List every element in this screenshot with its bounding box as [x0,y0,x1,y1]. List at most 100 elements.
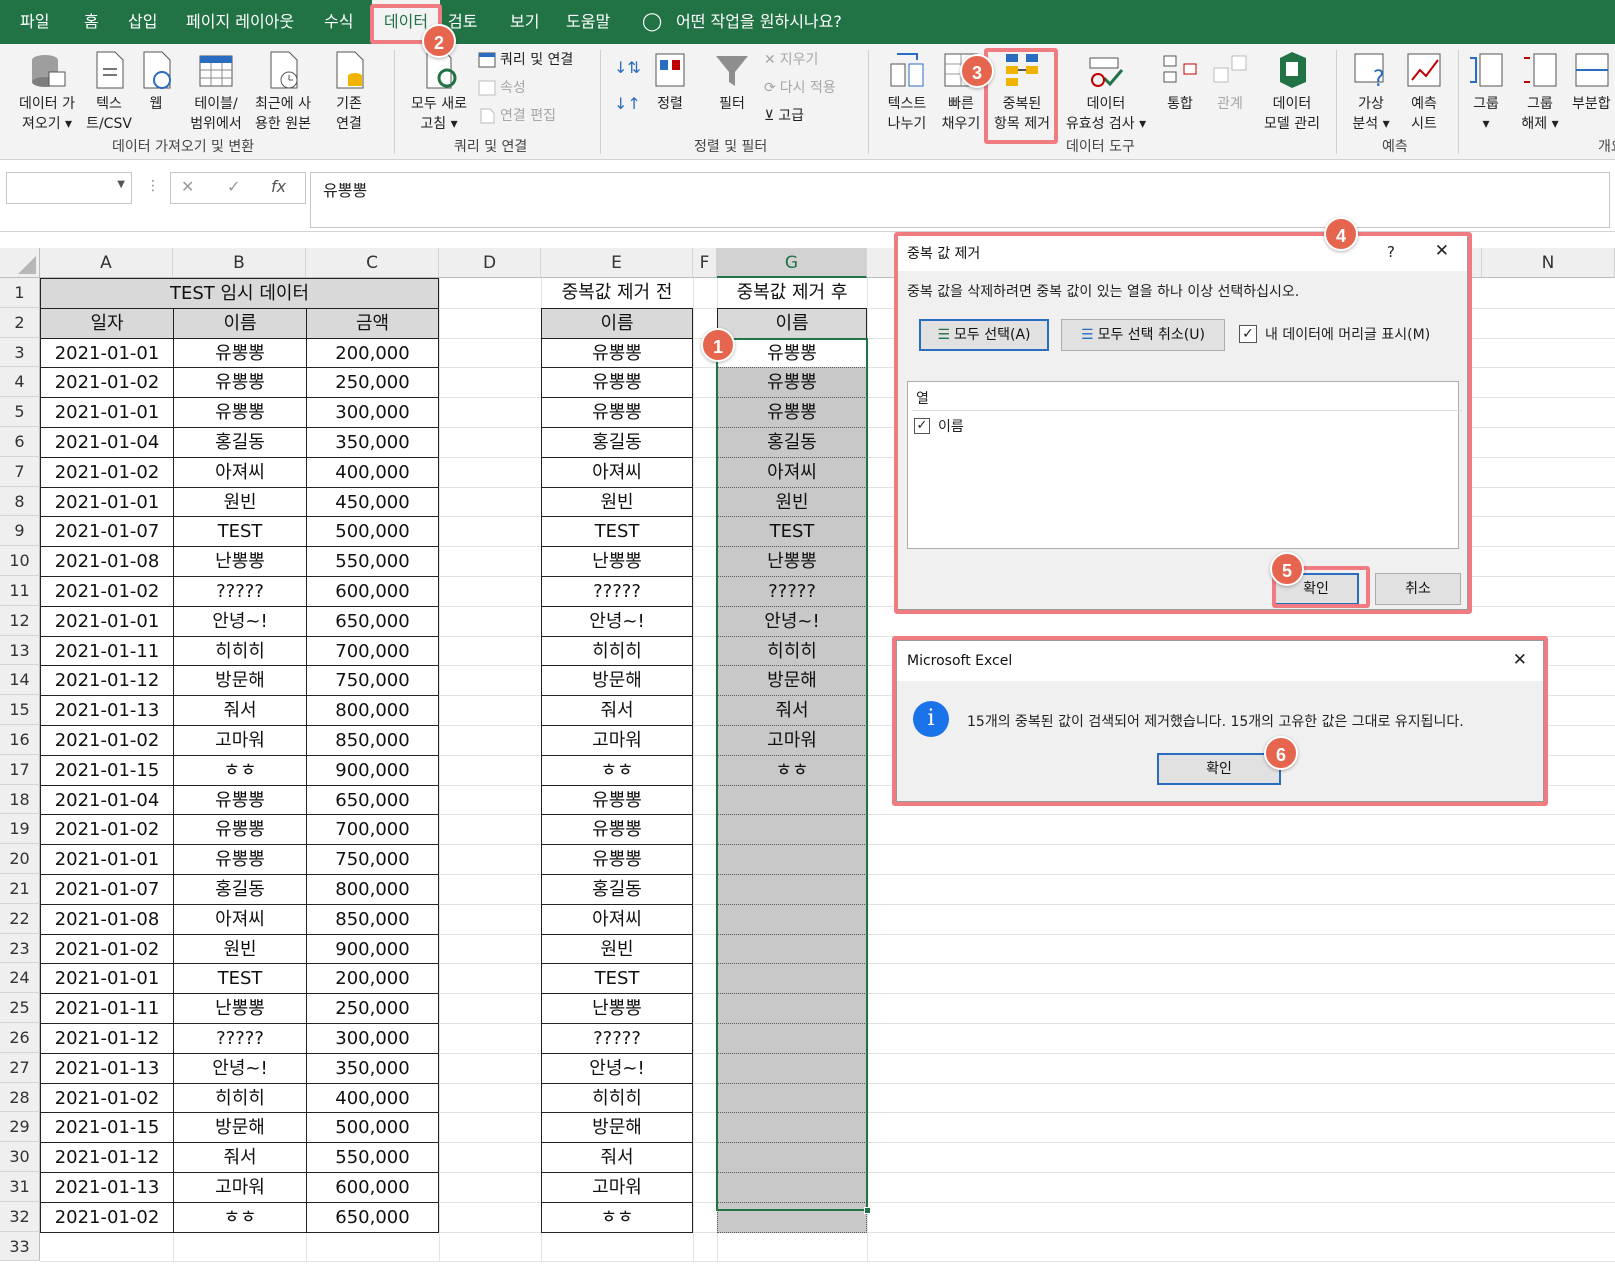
row-header[interactable]: 13 [0,635,40,666]
close-icon[interactable]: ✕ [1435,241,1449,261]
cell-name[interactable]: ????? [173,1023,307,1054]
cell-date[interactable]: 2021-01-02 [40,456,174,488]
cell-name[interactable]: 유뽕뽕 [173,397,307,428]
cell-name-before[interactable]: 유뽕뽕 [541,367,693,399]
cell-name-before[interactable]: ㅎㅎ [541,1201,693,1233]
cell-amount[interactable]: 850,000 [306,725,439,756]
row-header[interactable]: 24 [0,963,40,994]
existing-connections-button[interactable]: 기존 연결 [326,50,372,134]
consolidate-button[interactable]: 통합 [1158,50,1202,114]
subtotal-button[interactable]: 부분합 [1572,50,1615,114]
cell-date[interactable]: 2021-01-01 [40,337,174,369]
help-button[interactable]: ? [1387,243,1395,261]
group-button[interactable]: 그룹 ▾ [1464,50,1508,134]
cell-date[interactable]: 2021-01-04 [40,427,174,458]
cell-name-before[interactable]: 원빈 [541,486,693,518]
edit-links-button[interactable]: 연결 편집 [478,106,556,126]
row-header[interactable]: 20 [0,844,40,874]
row-header[interactable]: 6 [0,427,40,457]
formula-input[interactable]: 유뽕뽕 [310,172,1610,228]
cell-date[interactable]: 2021-01-13 [40,1052,174,1084]
cell-name[interactable]: 원빈 [173,486,307,518]
name-box[interactable]: ▼ [6,172,132,204]
cell-amount[interactable]: 800,000 [306,874,439,905]
cell-amount[interactable]: 400,000 [306,1082,439,1114]
cell-amount[interactable]: 900,000 [306,933,439,965]
get-data-button[interactable]: 데이터 가 져오기 ▾ [10,50,84,134]
relationships-button[interactable]: 관계 [1208,50,1252,114]
cell-amount[interactable]: 200,000 [306,963,439,995]
cell-amount[interactable]: 300,000 [306,397,439,428]
cell-date[interactable]: 2021-01-02 [40,933,174,965]
cell-date[interactable]: 2021-01-07 [40,874,174,905]
cell-date[interactable]: 2021-01-15 [40,1112,174,1144]
column-header-n[interactable]: N [1482,248,1615,278]
cell-name-before[interactable]: 줘서 [541,1142,693,1173]
cell-date[interactable]: 2021-01-02 [40,814,174,846]
cell-amount[interactable]: 200,000 [306,337,439,369]
row-header[interactable]: 12 [0,605,40,636]
cell-name-before[interactable]: 원빈 [541,933,693,965]
cell-date[interactable]: 2021-01-13 [40,1172,174,1203]
cell-name-before[interactable]: 유뽕뽕 [541,844,693,875]
cell-name-before[interactable]: 고마워 [541,725,693,756]
cancel-button[interactable]: 취소 [1375,573,1461,605]
row-header[interactable]: 31 [0,1172,40,1202]
column-header-a[interactable]: A [40,248,173,278]
ungroup-button[interactable]: 그룹 해제 ▾ [1512,50,1568,134]
tab-view[interactable]: 보기 [510,0,539,44]
row-header[interactable]: 4 [0,367,40,398]
tab-help[interactable]: 도움말 [566,0,610,44]
row-header[interactable]: 17 [0,754,40,785]
cell-name-before[interactable]: 유뽕뽕 [541,337,693,369]
cell-amount[interactable]: 300,000 [306,1023,439,1054]
cell-date[interactable]: 2021-01-07 [40,516,174,548]
properties-button[interactable]: 속성 [478,78,526,98]
cell-amount[interactable]: 500,000 [306,516,439,548]
cell-name[interactable]: 줘서 [173,695,307,726]
cell-name[interactable]: 아져씨 [173,903,307,935]
cell-date[interactable]: 2021-01-01 [40,397,174,428]
row-header[interactable]: 10 [0,546,40,576]
data-validation-button[interactable]: 데이터 유효성 검사 ▾ [1058,50,1154,134]
cell-name-before[interactable]: TEST [541,963,693,995]
forecast-sheet-button[interactable]: 예측 시트 [1400,50,1448,134]
cell-date[interactable]: 2021-01-02 [40,367,174,399]
drag-handle-icon[interactable]: ⋮ [146,178,160,194]
cell-date[interactable]: 2021-01-13 [40,695,174,726]
cell-amount[interactable]: 250,000 [306,993,439,1024]
advanced-filter-button[interactable]: ⊻ 고급 [764,106,804,126]
cell-name[interactable]: 안녕~! [173,605,307,637]
cell-date[interactable]: 2021-01-08 [40,546,174,577]
cell-name-before[interactable]: 안녕~! [541,1052,693,1084]
row-header[interactable]: 25 [0,993,40,1023]
cell-name[interactable]: TEST [173,516,307,548]
chevron-down-icon[interactable]: ▼ [117,179,125,190]
cell-amount[interactable]: 550,000 [306,1142,439,1173]
title-cell-a1[interactable]: TEST 임시 데이터 [40,278,439,309]
column-header-e[interactable]: E [541,248,693,278]
cell-name[interactable]: 히히히 [173,635,307,667]
header-before-name[interactable]: 이름 [541,308,693,339]
cell-name[interactable]: 고마워 [173,1172,307,1203]
row-header[interactable]: 1 [0,278,40,308]
cell-name[interactable]: 난뽕뽕 [173,993,307,1024]
clear-filter-button[interactable]: ✕ 지우기 [764,50,818,70]
cell-name[interactable]: TEST [173,963,307,995]
header-after-name[interactable]: 이름 [717,308,867,339]
cell-amount[interactable]: 600,000 [306,1172,439,1203]
enter-icon[interactable]: ✓ [227,177,240,196]
cell-name-before[interactable]: 히히히 [541,635,693,667]
cell-name-before[interactable]: 방문해 [541,1112,693,1144]
row-header[interactable]: 3 [0,337,40,368]
row-header[interactable]: 32 [0,1201,40,1232]
column-header-g[interactable]: G [717,248,867,278]
cell-date[interactable]: 2021-01-11 [40,993,174,1024]
column-header-f[interactable]: F [693,248,717,278]
tab-formulas[interactable]: 수식 [324,0,353,44]
title-cell-g1[interactable]: 중복값 제거 후 [717,278,867,308]
cell-name-before[interactable]: 난뽕뽕 [541,993,693,1024]
header-amount[interactable]: 금액 [306,308,439,339]
cell-amount[interactable]: 400,000 [306,456,439,488]
cell-name-before[interactable]: 아져씨 [541,456,693,488]
